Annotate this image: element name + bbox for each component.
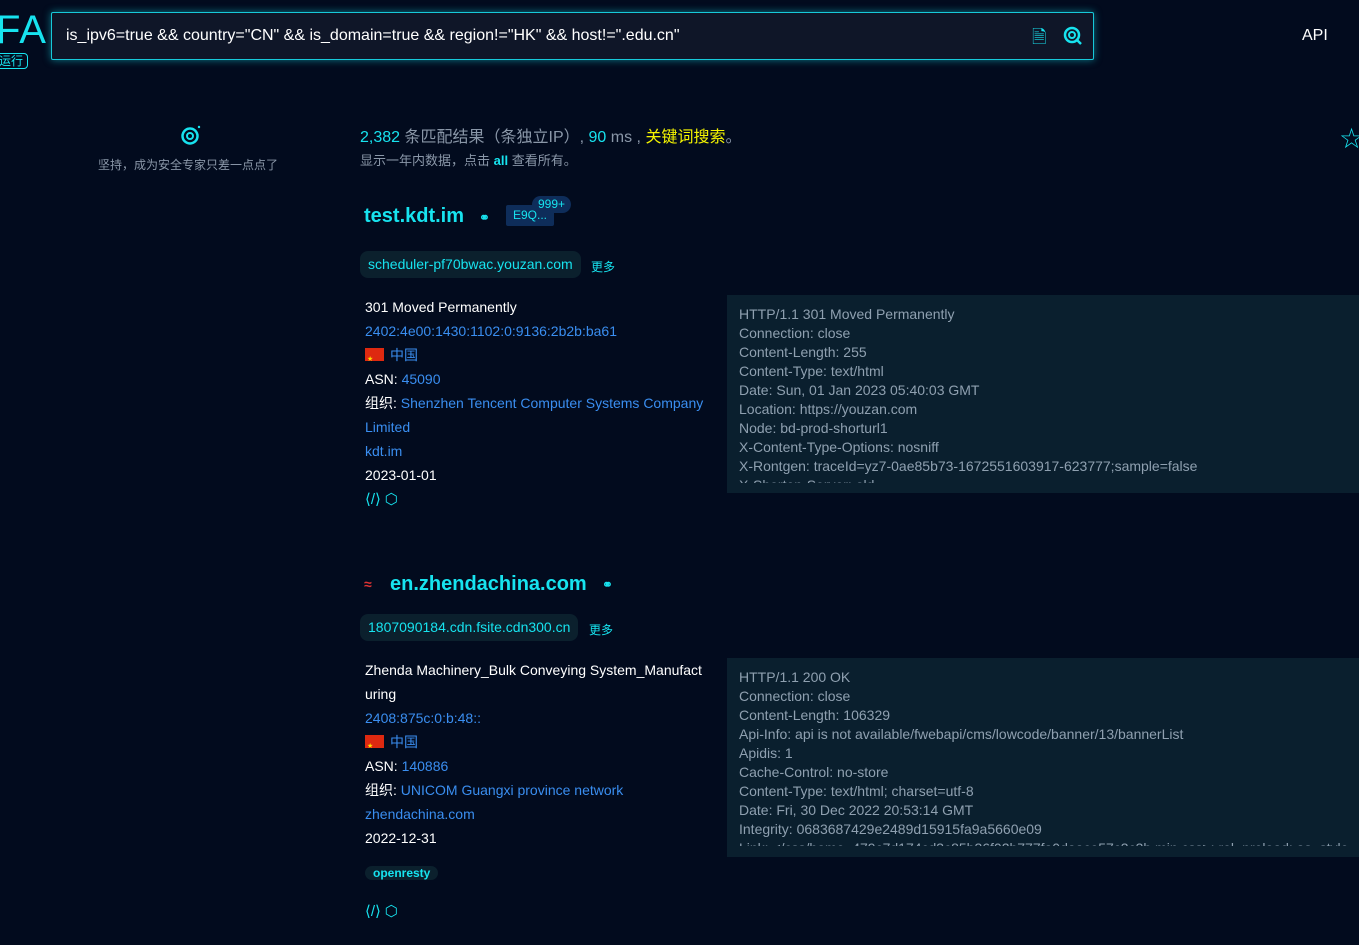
org-link[interactable]: Shenzhen Tencent Computer Systems Compan…: [365, 395, 703, 435]
banner-line: HTTP/1.1 200 OK: [739, 669, 851, 685]
banner-line: X-Shorten-Server: old: [739, 476, 1347, 483]
asn-link[interactable]: 140886: [402, 758, 449, 774]
banner-line: Location: https://youzan.com: [739, 401, 918, 417]
result-count: 2,382: [360, 129, 401, 146]
date: 2023-01-01: [365, 467, 437, 483]
result-title[interactable]: test.kdt.im: [364, 205, 464, 228]
org-label: 组织:: [365, 395, 397, 411]
domain-link[interactable]: kdt.im: [365, 439, 705, 463]
org-link[interactable]: UNICOM Guangxi province network: [401, 782, 624, 798]
banner-line: Cache-Control: no-store: [739, 764, 889, 780]
banner-line: X-Content-Type-Options: nosniff: [739, 439, 939, 455]
asn-link[interactable]: 45090: [402, 371, 441, 387]
ico-file-icon[interactable]: 🗎: [1032, 25, 1046, 55]
result-info: 301 Moved Permanently 2402:4e00:1430:110…: [365, 295, 705, 512]
banner-line: Apidis: 1: [739, 745, 793, 761]
star-icon[interactable]: ☆: [1339, 122, 1359, 155]
search-input[interactable]: [66, 13, 1016, 59]
api-link[interactable]: API: [1302, 27, 1328, 45]
banner-line: Content-Type: text/html: [739, 363, 884, 379]
banner-line: X-Rontgen: traceId=yz7-0ae85b73-16725516…: [739, 458, 1198, 474]
cert-count: 999+: [532, 196, 572, 213]
banner-line: Integrity: 0683687429e2489d15915fa9a5660…: [739, 821, 1042, 837]
search-icon[interactable]: [1063, 26, 1083, 46]
time-range-note: 显示一年内数据，点击 all 查看所有。: [360, 150, 577, 169]
code-icon[interactable]: ⟨/⟩: [365, 491, 381, 508]
banner-panel: HTTP/1.1 200 OK Connection: close Conten…: [727, 658, 1359, 857]
banner-line: Node: bd-prod-shorturl1: [739, 420, 888, 436]
host-tag[interactable]: scheduler-pf70bwac.youzan.com: [360, 251, 581, 278]
logo[interactable]: FA: [0, 8, 47, 53]
banner-line: Content-Length: 255: [739, 344, 867, 360]
tech-tag[interactable]: openresty: [365, 866, 439, 880]
result-info: Zhenda Machinery_Bulk Conveying System_M…: [365, 658, 705, 924]
banner-line: Connection: close: [739, 325, 851, 341]
country-link[interactable]: 中国: [390, 347, 418, 363]
host-tag[interactable]: 1807090184.cdn.fsite.cdn300.cn: [360, 614, 579, 641]
country-link[interactable]: 中国: [390, 734, 418, 750]
more-link[interactable]: 更多: [591, 258, 615, 275]
banner-line: Api-Info: api is not available/fwebapi/c…: [739, 726, 1184, 742]
result-title[interactable]: en.zhendachina.com: [390, 573, 587, 596]
note-pre: 显示一年内数据，点击: [360, 153, 491, 168]
china-flag-icon: [365, 735, 384, 759]
more-link[interactable]: 更多: [589, 621, 613, 638]
asn-label: ASN:: [365, 758, 398, 774]
target-icon: [181, 125, 201, 145]
period: 。: [725, 129, 742, 146]
banner-line: Content-Type: text/html; charset=utf-8: [739, 783, 974, 799]
query-time: 90: [588, 129, 607, 146]
ip-link[interactable]: 2408:875c:0:b:48::: [365, 706, 705, 730]
link-icon[interactable]: ⚭: [479, 210, 490, 226]
banner-line: Content-Length: 106329: [739, 707, 891, 723]
search-box: 🗎: [51, 12, 1094, 60]
all-link[interactable]: all: [494, 153, 508, 168]
ms-label: ms ,: [610, 129, 641, 146]
banner-line: Link: </css/home_479c7d174cd3c85b36f02b7…: [739, 839, 1347, 846]
banner-line: HTTP/1.1 301 Moved Permanently: [739, 306, 955, 322]
domain-link[interactable]: zhendachina.com: [365, 802, 705, 826]
code-icon[interactable]: ⟨/⟩: [365, 903, 381, 920]
date: 2022-12-31: [365, 830, 437, 846]
banner-line: Date: Sun, 01 Jan 2023 05:40:03 GMT: [739, 382, 980, 398]
banner-line: Date: Fri, 30 Dec 2022 20:53:14 GMT: [739, 802, 974, 818]
banner-panel: HTTP/1.1 301 Moved Permanently Connectio…: [727, 295, 1359, 493]
page-title: 301 Moved Permanently: [365, 299, 517, 315]
motto: 坚持，成为安全专家只差一点点了: [98, 158, 279, 172]
favicon-icon: ≈: [364, 576, 372, 592]
note-post: 查看所有。: [511, 153, 577, 168]
link-icon[interactable]: ⚭: [602, 577, 613, 593]
org-label: 组织:: [365, 782, 397, 798]
asn-label: ASN:: [365, 371, 398, 387]
keyword-search-link[interactable]: 关键词搜索: [645, 129, 725, 146]
banner-line: Connection: close: [739, 688, 851, 704]
cube-icon[interactable]: ⬡: [385, 491, 398, 508]
count-label: 条匹配结果（条独立IP）,: [404, 129, 585, 146]
page-title: Zhenda Machinery_Bulk Conveying System_M…: [365, 662, 702, 702]
result-summary: 2,382 条匹配结果（条独立IP）, 90 ms , 关键词搜索。: [360, 123, 741, 147]
cube-icon[interactable]: ⬡: [385, 903, 398, 920]
run-badge[interactable]: 运行: [0, 53, 29, 69]
ip-link[interactable]: 2402:4e00:1430:1102:0:9136:2b2b:ba61: [365, 319, 705, 343]
china-flag-icon: [365, 348, 384, 372]
